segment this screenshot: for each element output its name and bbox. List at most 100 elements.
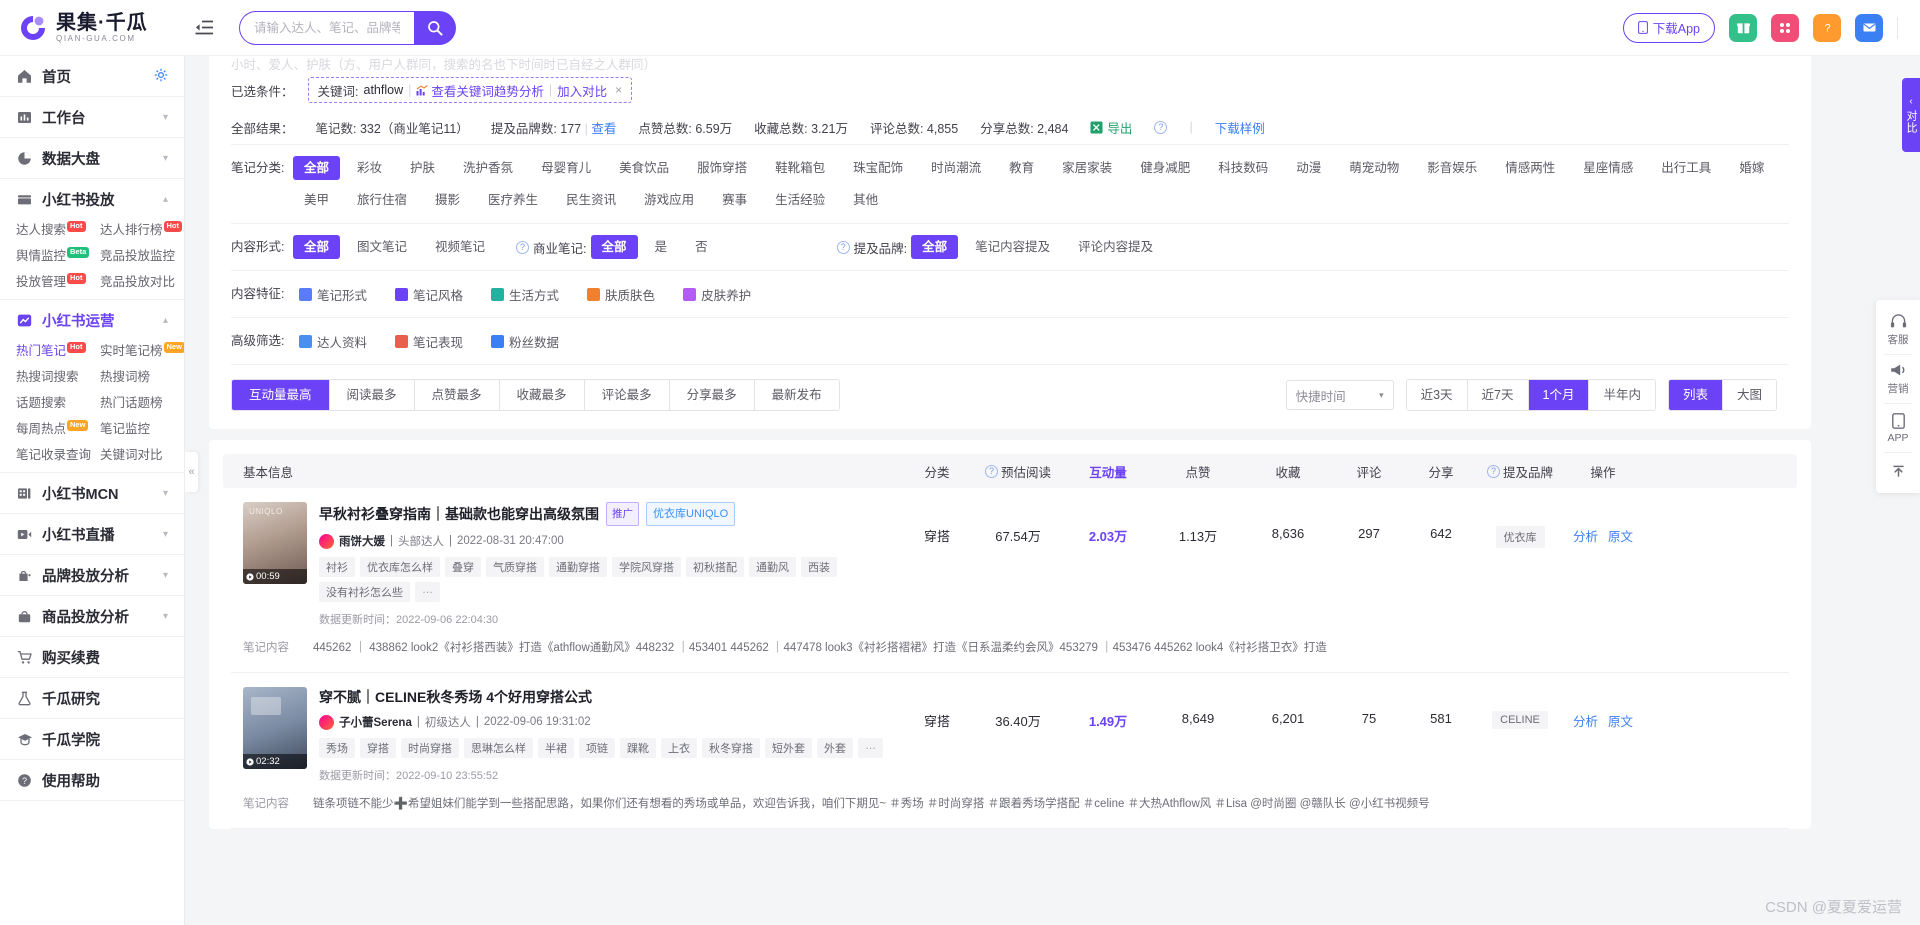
chevron-down-icon[interactable]: ▾ — [163, 112, 168, 123]
sidebar-subitem[interactable]: 笔记收录查询 — [16, 444, 100, 463]
chevron-down-icon[interactable]: ▾ — [163, 529, 168, 540]
sidebar-subitem[interactable]: 热搜词搜索 — [16, 366, 100, 385]
compare-side-tab[interactable]: ‹ 对比 — [1902, 78, 1920, 152]
advanced-filter-达人资料[interactable]: 达人资料 — [299, 329, 367, 353]
note-tag[interactable]: 半裙 — [538, 738, 574, 758]
time-range-近7天[interactable]: 近7天 — [1467, 380, 1529, 410]
sidebar-item-workbench[interactable]: 工作台 ▾ — [0, 97, 184, 137]
sidebar-item-xhs-operation[interactable]: 小红书运营 ▴ — [0, 300, 184, 340]
chip-content-form-video[interactable]: 视频笔记 — [424, 235, 496, 259]
chip-category-美甲[interactable]: 美甲 — [293, 188, 340, 212]
download-app-button[interactable]: 下载App — [1622, 12, 1715, 43]
note-tag[interactable]: 时尚穿搭 — [401, 738, 459, 758]
sidebar-item-research[interactable]: 千瓜研究 — [0, 678, 184, 718]
sort-tab-评论最多[interactable]: 评论最多 — [584, 380, 670, 410]
chip-mention-all[interactable]: 全部 — [911, 235, 959, 259]
sort-tab-最新发布[interactable]: 最新发布 — [754, 380, 839, 410]
sidebar-subitem[interactable]: 热搜词榜 — [100, 366, 184, 385]
help-question-icon[interactable]: ? — [1813, 13, 1841, 42]
chip-category-彩妆[interactable]: 彩妆 — [346, 156, 393, 180]
brand-chip[interactable]: 优衣库 — [1495, 526, 1545, 548]
note-tag[interactable]: 上衣 — [661, 738, 697, 758]
note-tag[interactable]: 叠穿 — [445, 557, 481, 577]
chip-category-生活经验[interactable]: 生活经验 — [764, 188, 836, 212]
content-feature-笔记风格[interactable]: 笔记风格 — [395, 282, 463, 306]
chip-category-服饰穿搭[interactable]: 服饰穿搭 — [686, 156, 758, 180]
chevron-down-icon[interactable]: ▾ — [163, 488, 168, 499]
sidebar-item-brand-analysis[interactable]: 品牌投放分析 ▾ — [0, 555, 184, 595]
time-range-半年内[interactable]: 半年内 — [1589, 380, 1655, 410]
author-name[interactable]: 子小蕾Serena — [339, 714, 412, 730]
gear-icon[interactable] — [154, 68, 168, 85]
chip-category-游戏应用[interactable]: 游戏应用 — [633, 188, 705, 212]
th-comments[interactable]: 评论 — [1333, 462, 1405, 481]
note-tag[interactable]: 短外套 — [765, 738, 812, 758]
author-name[interactable]: 雨饼大媛 — [339, 533, 385, 549]
sidebar-subitem-hot-notes[interactable]: 热门笔记 Hot — [16, 340, 100, 359]
chip-category-影音娱乐[interactable]: 影音娱乐 — [1416, 156, 1488, 180]
sidebar-subitem[interactable]: 舆情监控 Beta — [16, 245, 100, 264]
time-range-近3天[interactable]: 近3天 — [1406, 380, 1468, 410]
content-feature-生活方式[interactable]: 生活方式 — [491, 282, 559, 306]
chip-content-form-image[interactable]: 图文笔记 — [346, 235, 418, 259]
sidebar-item-goods-analysis[interactable]: 商品投放分析 ▾ — [0, 596, 184, 636]
chip-commercial-all[interactable]: 全部 — [590, 235, 638, 259]
sidebar-subitem[interactable]: 每周热点 New — [16, 418, 100, 437]
sidebar-subitem[interactable]: 投放管理 Hot — [16, 271, 100, 290]
note-tag[interactable]: 衬衫 — [319, 557, 355, 577]
note-tag[interactable]: … — [858, 738, 883, 758]
chip-category-旅行住宿[interactable]: 旅行住宿 — [346, 188, 418, 212]
sidebar-subitem[interactable]: 达人排行榜 Hot — [100, 219, 184, 238]
note-tag[interactable]: 秀场 — [319, 738, 355, 758]
chip-category-鞋靴箱包[interactable]: 鞋靴箱包 — [764, 156, 836, 180]
advanced-filter-笔记表现[interactable]: 笔记表现 — [395, 329, 463, 353]
sidebar-subitem[interactable]: 竞品投放监控 — [100, 245, 184, 264]
th-likes[interactable]: 点赞 — [1153, 462, 1243, 481]
view-brands-link[interactable]: 查看 — [591, 122, 616, 136]
sidebar-subitem[interactable]: 话题搜索 — [16, 392, 100, 411]
sidebar-item-academy[interactable]: 千瓜学院 — [0, 719, 184, 759]
chip-category-家居家装[interactable]: 家居家装 — [1051, 156, 1123, 180]
chip-category-科技数码[interactable]: 科技数码 — [1207, 156, 1279, 180]
chip-commercial-yes[interactable]: 是 — [644, 235, 679, 259]
content-feature-笔记形式[interactable]: 笔记形式 — [299, 282, 367, 306]
note-title[interactable]: 早秋衬衫叠穿指南｜基础款也能穿出高级氛围 推广 优衣库UNIQLO — [319, 502, 901, 526]
time-range-1个月[interactable]: 1个月 — [1528, 380, 1590, 410]
chip-category-珠宝配饰[interactable]: 珠宝配饰 — [842, 156, 914, 180]
chip-category-动漫[interactable]: 动漫 — [1285, 156, 1332, 180]
rail-item-app[interactable]: APP — [1876, 404, 1920, 452]
content-feature-皮肤养护[interactable]: 皮肤养护 — [683, 282, 751, 306]
chip-category-时尚潮流[interactable]: 时尚潮流 — [920, 156, 992, 180]
chip-category-出行工具[interactable]: 出行工具 — [1650, 156, 1722, 180]
sidebar-item-dashboard[interactable]: 数据大盘 ▾ — [0, 138, 184, 178]
note-title[interactable]: 穿不腻｜CELINE秋冬秀场 4个好用穿搭公式 — [319, 687, 901, 707]
collapse-menu-icon[interactable] — [191, 15, 217, 41]
sidebar-item-xhs-placement[interactable]: 小红书投放 ▴ — [0, 179, 184, 219]
sidebar-item-home[interactable]: 首页 — [0, 56, 184, 96]
export-button[interactable]: 导出 — [1090, 118, 1132, 137]
avatar[interactable] — [319, 533, 334, 549]
chip-category-全部[interactable]: 全部 — [293, 156, 341, 180]
note-thumbnail[interactable]: 02:32 — [243, 687, 307, 769]
search-input[interactable] — [254, 20, 400, 35]
brand-badge[interactable]: 优衣库UNIQLO — [646, 502, 736, 526]
chip-category-洗护香氛[interactable]: 洗护香氛 — [452, 156, 524, 180]
chip-category-萌宠动物[interactable]: 萌宠动物 — [1338, 156, 1410, 180]
search-box[interactable] — [239, 10, 414, 45]
keyword-trend-link[interactable]: 查看关键词趋势分析 — [416, 81, 544, 100]
chip-content-form-all[interactable]: 全部 — [293, 235, 341, 259]
sidebar-item-help[interactable]: ? 使用帮助 — [0, 760, 184, 800]
chevron-down-icon[interactable]: ▾ — [163, 153, 168, 164]
note-tag[interactable]: 思琳怎么样 — [464, 738, 533, 758]
search-button[interactable] — [414, 10, 456, 45]
mail-icon[interactable] — [1855, 13, 1883, 42]
help-question-icon[interactable]: ? — [1154, 120, 1168, 134]
chevron-down-icon[interactable]: ▾ — [163, 570, 168, 581]
rail-item-service[interactable]: 客服 — [1876, 306, 1920, 354]
chip-mention-comment[interactable]: 评论内容提及 — [1067, 235, 1164, 259]
note-tag[interactable]: 项链 — [579, 738, 615, 758]
chip-category-其他[interactable]: 其他 — [842, 188, 889, 212]
chip-category-医疗养生[interactable]: 医疗养生 — [477, 188, 549, 212]
note-tag[interactable]: 气质穿搭 — [486, 557, 544, 577]
add-compare-link[interactable]: 加入对比 — [557, 81, 607, 100]
